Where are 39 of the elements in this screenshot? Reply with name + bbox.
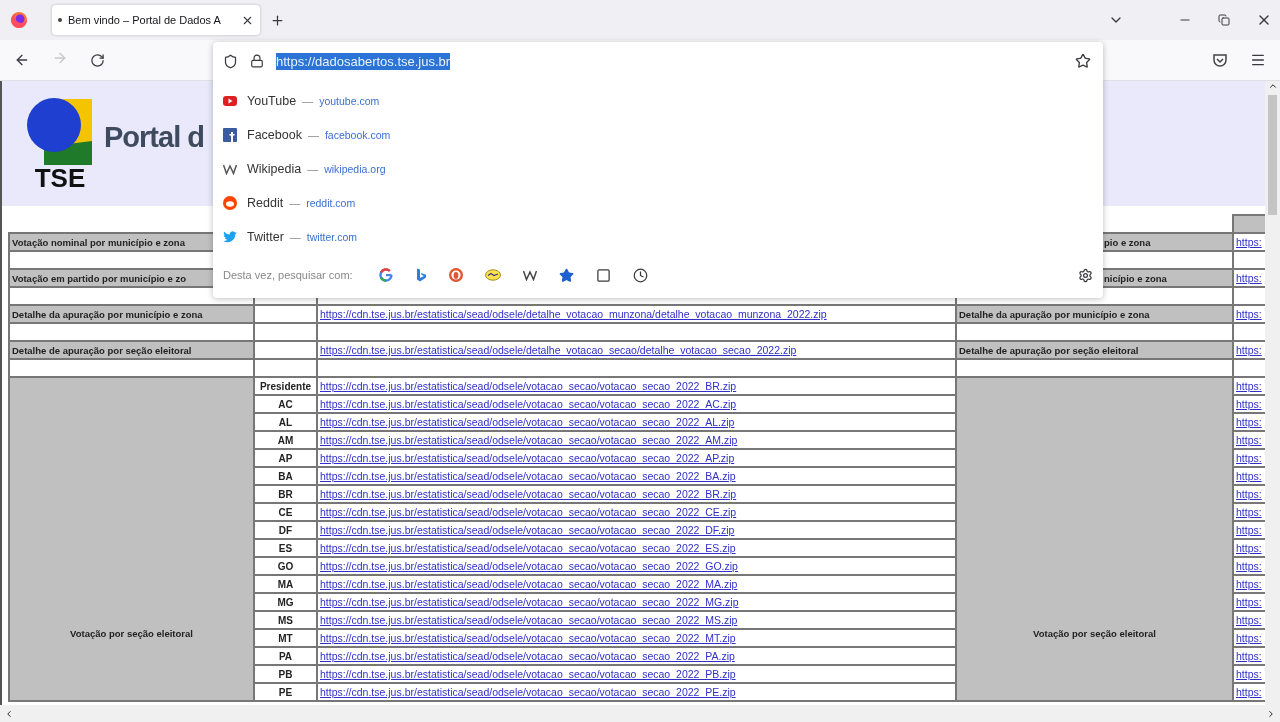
reload-icon[interactable]	[90, 52, 105, 68]
tab-icon[interactable]	[595, 267, 611, 283]
suggestion-item[interactable]: Reddit — reddit.com	[213, 186, 1103, 220]
logo-text: TSE	[34, 164, 86, 191]
google-icon[interactable]	[378, 268, 393, 282]
group-label-cell: Votação por seção eleitoral	[956, 377, 1233, 701]
duckduckgo-icon[interactable]	[448, 268, 463, 282]
reddit-icon	[223, 196, 237, 210]
suggestion-item[interactable]: Facebook — facebook.com	[213, 118, 1103, 152]
restore-icon[interactable]	[1218, 14, 1230, 26]
menu-icon[interactable]	[1250, 52, 1266, 68]
horizontal-scrollbar[interactable]	[0, 705, 1280, 722]
scroll-thumb[interactable]	[1268, 95, 1277, 215]
suggestion-item[interactable]: YouTube — youtube.com	[213, 84, 1103, 118]
bookmark-star-icon[interactable]	[558, 267, 574, 283]
suggestion-item[interactable]: Wikipedia — wikipedia.org	[213, 152, 1103, 186]
back-icon[interactable]	[14, 52, 30, 68]
wikipedia-icon	[223, 163, 237, 175]
shield-icon[interactable]	[223, 53, 238, 69]
star-icon[interactable]	[1075, 53, 1091, 69]
wikipedia-icon[interactable]	[522, 269, 537, 281]
facebook-icon	[223, 128, 237, 142]
browser-tab[interactable]: Bem vindo – Portal de Dados A	[52, 5, 260, 35]
scroll-right-icon[interactable]	[1266, 708, 1276, 719]
lock-icon[interactable]	[250, 54, 264, 68]
history-icon[interactable]	[632, 267, 648, 283]
plus-icon[interactable]	[270, 12, 285, 28]
scroll-left-icon[interactable]	[4, 708, 14, 719]
vertical-scrollbar[interactable]	[1265, 81, 1280, 705]
twitter-icon	[223, 231, 237, 243]
group-label-cell: Votação por seção eleitoral	[9, 377, 254, 701]
firefox-icon[interactable]	[10, 11, 28, 29]
portal-title: Portal d	[104, 121, 204, 154]
bing-icon[interactable]	[414, 268, 427, 282]
settings-icon[interactable]	[1078, 267, 1093, 283]
dot-icon	[58, 18, 62, 22]
pocket-icon[interactable]	[1212, 52, 1228, 68]
youtube-icon	[223, 95, 237, 107]
scroll-up-icon[interactable]	[1267, 81, 1278, 91]
